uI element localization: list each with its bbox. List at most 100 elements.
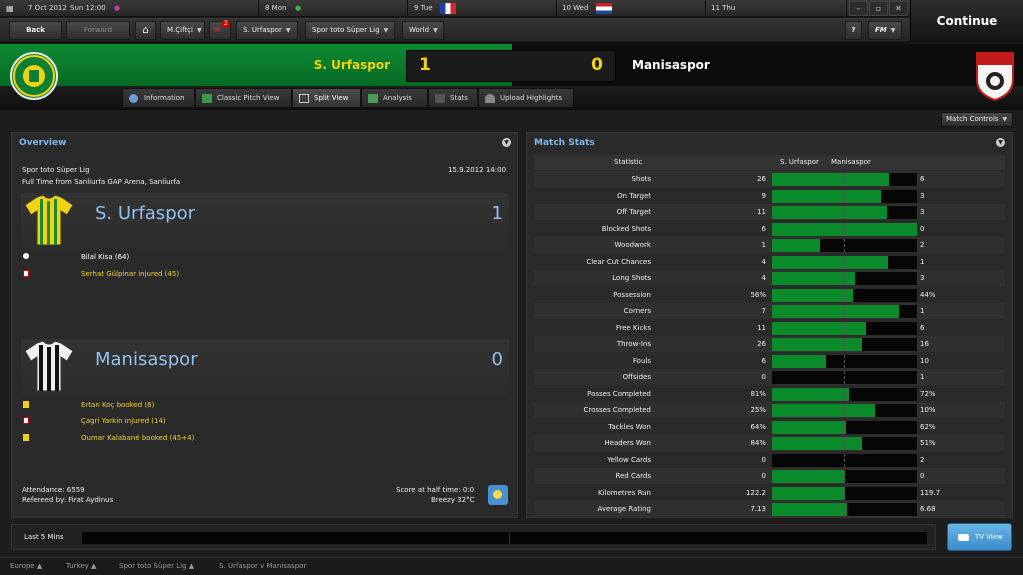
- notification-badge: 2: [222, 20, 230, 28]
- stat-bar: [772, 239, 917, 252]
- upload-icon: [485, 94, 495, 103]
- stat-away-value: 1: [920, 257, 925, 266]
- calendar-day[interactable]: 11 Thu: [711, 0, 735, 17]
- stat-bar-home-fill: [772, 354, 826, 368]
- home-team-title: S. Urfaspor: [95, 203, 196, 224]
- tab-analysis[interactable]: Analysis: [361, 88, 428, 108]
- stat-bar-home-fill: [772, 255, 888, 269]
- stat-bar: [772, 420, 917, 434]
- stat-home-value: 26: [757, 175, 766, 183]
- stat-away-value: 44%: [920, 290, 936, 299]
- match-controls-label: Match Controls: [946, 115, 999, 123]
- breadcrumb-item[interactable]: S. Urfaspor v Manisaspor: [219, 562, 306, 570]
- breadcrumb-item[interactable]: Turkey ▲: [66, 562, 96, 570]
- calendar-day[interactable]: 8 Mon: [265, 0, 286, 17]
- result-line: Full Time from Sanliurfa GAP Arena, Sanl…: [22, 178, 181, 186]
- inbox-button[interactable]: ✉ 2: [209, 20, 231, 40]
- match-controls-button[interactable]: Match Controls ▼: [941, 112, 1013, 127]
- stat-bar-home-fill: [772, 470, 845, 483]
- stats-header-statistic[interactable]: Statistic: [614, 155, 642, 170]
- overview-panel: [11, 132, 518, 518]
- restore-icon[interactable]: ▫: [869, 1, 888, 16]
- home-team-goals: 1: [491, 203, 503, 224]
- stats-header-away[interactable]: Manisaspor: [831, 155, 871, 170]
- away-team-row: Manisaspor 0: [21, 339, 509, 395]
- tv-view-button[interactable]: TV View: [947, 523, 1012, 551]
- tab-information[interactable]: Information: [122, 88, 195, 108]
- tab-stats[interactable]: Stats: [428, 88, 478, 108]
- club-menu[interactable]: S. Urfaspor ▼: [236, 21, 298, 40]
- stat-label: Tackles Won: [608, 422, 651, 431]
- table-row: Offsides 0 1: [534, 369, 1005, 385]
- stat-away-value: 62%: [920, 422, 936, 431]
- home-event: Serhat Gülpinar injured (45): [81, 270, 180, 278]
- table-row: Long Shots 4 3: [534, 270, 1005, 286]
- home-kit-icon: [24, 194, 74, 246]
- stat-bar-home-fill: [772, 404, 875, 417]
- stat-away-value: 16: [920, 340, 929, 348]
- injury-icon: [23, 270, 29, 277]
- stat-away-value: 51%: [920, 439, 936, 447]
- match-stats-options-icon[interactable]: ▼: [996, 138, 1005, 147]
- close-icon[interactable]: ✕: [889, 1, 908, 16]
- calendar-strip: ▦ 7 Oct 2012 Sun 12:00 ● 8 Mon ● 9 Tue 1…: [0, 0, 910, 17]
- stat-label: Average Rating: [597, 505, 651, 513]
- stat-away-value: 0: [920, 472, 925, 480]
- tab-upload-highlights[interactable]: Upload Highlights: [478, 88, 574, 108]
- manager-menu[interactable]: M.Çiftçi ▼: [160, 21, 205, 40]
- competition-menu[interactable]: Spor toto Süper Lig ▼: [305, 21, 395, 40]
- calendar-day[interactable]: 9 Tue: [414, 0, 433, 17]
- stat-label: Corners: [623, 307, 651, 315]
- stat-bar: [772, 288, 917, 302]
- away-team-title: Manisaspor: [95, 349, 198, 370]
- tab-label: Split View: [314, 94, 349, 102]
- world-menu[interactable]: World ▼: [402, 21, 444, 40]
- table-row: On Target 9 3: [534, 188, 1005, 204]
- home-icon[interactable]: ⌂: [135, 21, 156, 40]
- stat-label: Yellow Cards: [607, 455, 651, 464]
- last-five-minutes-bar: Last 5 Mins: [11, 524, 936, 550]
- stat-away-value: 6: [920, 323, 925, 332]
- match-header: S. Urfaspor 1 0 Manisaspor Information C…: [0, 44, 1023, 110]
- away-team-name: Manisaspor: [632, 58, 710, 72]
- stat-away-value: 3: [920, 208, 925, 216]
- back-button[interactable]: Back: [9, 21, 62, 40]
- competition-label: Spor toto Süper Lig: [22, 166, 90, 174]
- stat-bar: [772, 437, 917, 450]
- away-event: Oumar Kalabané booked (45+4): [81, 434, 195, 442]
- table-row: Woodwork 1 2: [534, 237, 1005, 253]
- stat-label: Offsides: [622, 373, 651, 381]
- stat-away-value: 119.7: [920, 488, 941, 497]
- table-row: Shots 26 6: [534, 171, 1005, 187]
- calendar-icon[interactable]: ▦: [6, 0, 14, 17]
- tab-split-view[interactable]: Split View: [292, 88, 361, 108]
- continue-button[interactable]: Continue: [910, 0, 1023, 43]
- calendar-day[interactable]: 10 Wed: [562, 0, 588, 17]
- stat-bar: [772, 338, 917, 351]
- fm-menu[interactable]: FM ▼: [868, 21, 902, 40]
- help-button[interactable]: ?: [845, 21, 862, 40]
- last-five-minutes-label: Last 5 Mins: [24, 533, 64, 541]
- stat-away-value: 1: [920, 307, 925, 315]
- breadcrumb-item[interactable]: Europe ▲: [10, 562, 42, 570]
- tab-classic-pitch-view[interactable]: Classic Pitch View: [195, 88, 292, 108]
- tab-label: Stats: [450, 94, 468, 102]
- netherlands-flag-icon: [596, 3, 612, 14]
- goal-icon: [23, 253, 29, 259]
- stats-header-home[interactable]: S. Urfaspor: [780, 155, 819, 170]
- stat-away-value: 2: [920, 455, 925, 464]
- attendance: Attendance: 6559: [22, 486, 85, 494]
- stat-home-value: 81%: [750, 389, 766, 398]
- minimize-icon[interactable]: –: [849, 1, 868, 16]
- stat-label: Free Kicks: [615, 323, 651, 332]
- overview-options-icon[interactable]: ▼: [502, 138, 511, 147]
- match-stats-title: Match Stats: [534, 138, 595, 148]
- competition-menu-label: Spor toto Süper Lig: [312, 26, 380, 34]
- breadcrumb-item[interactable]: Spor toto Süper Lig ▲: [119, 562, 194, 570]
- stat-label: On Target: [617, 191, 651, 200]
- stat-away-value: 3: [920, 274, 925, 282]
- match-club-icon: ●: [295, 4, 302, 12]
- panel-splitter[interactable]: [519, 132, 524, 518]
- forward-button[interactable]: Forward: [66, 21, 130, 40]
- stat-bar-home-fill: [772, 387, 849, 401]
